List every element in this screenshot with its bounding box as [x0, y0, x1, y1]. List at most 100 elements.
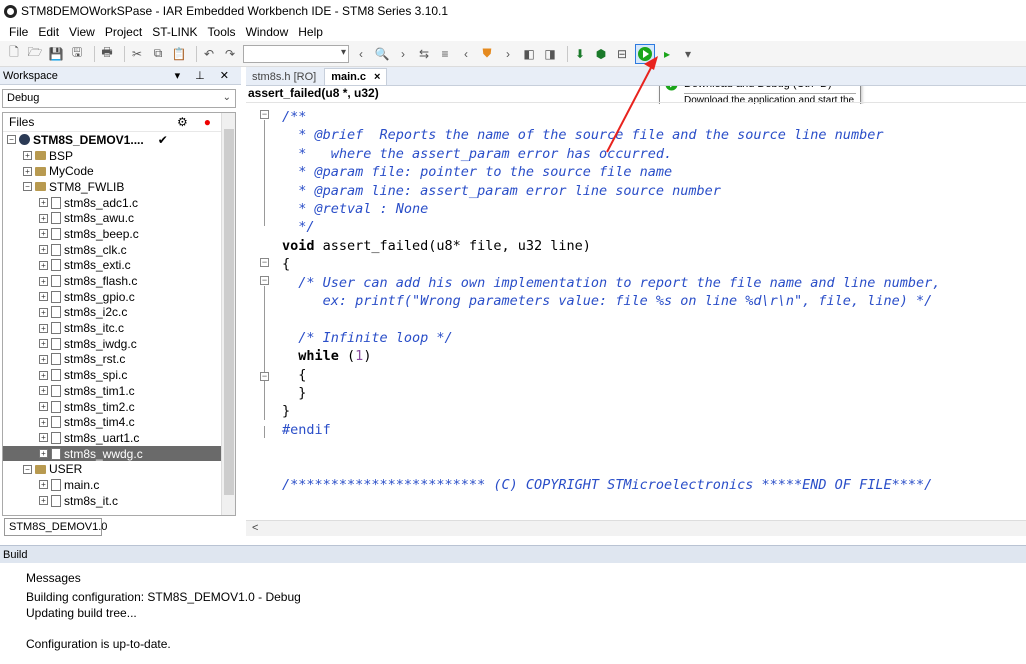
expand-icon[interactable]: +	[39, 480, 48, 490]
tree-item[interactable]: + stm8s_tim1.c	[3, 383, 235, 399]
nav-forward-icon[interactable]: ›	[395, 46, 411, 62]
expand-icon[interactable]: +	[39, 260, 48, 270]
tree-item[interactable]: + stm8s_tim2.c	[3, 399, 235, 415]
expand-icon[interactable]: +	[39, 276, 48, 286]
menu-help[interactable]: Help	[293, 25, 328, 39]
tab-main-c[interactable]: main.c ×	[324, 68, 388, 85]
undo-icon[interactable]: ↶	[201, 46, 217, 62]
tree-item[interactable]: − STM8S_DEMOV1.... ✔	[3, 132, 235, 148]
find-icon[interactable]: 🔍	[374, 46, 390, 62]
paste-icon[interactable]: 📋	[171, 46, 187, 62]
scroll-left-icon[interactable]: <	[252, 522, 258, 534]
shield-icon[interactable]: ⛊	[479, 46, 495, 62]
bookmark-next-icon[interactable]: ≡	[437, 46, 453, 62]
tree-item[interactable]: + stm8s_wwdg.c	[3, 445, 235, 462]
fold-collapse-icon[interactable]: −	[260, 276, 269, 285]
fold-collapse-icon[interactable]: −	[260, 372, 269, 381]
nav-back-icon[interactable]: ‹	[353, 46, 369, 62]
collapse-icon[interactable]: −	[23, 464, 32, 474]
workspace-tab[interactable]: STM8S_DEMOV1.0	[4, 518, 107, 536]
menu-file[interactable]: File	[4, 25, 33, 39]
tree-item[interactable]: + stm8s_awu.c	[3, 210, 235, 226]
debug-without-download-icon[interactable]: ▸	[659, 46, 675, 62]
tree-item[interactable]: + BSP	[3, 148, 235, 164]
close-icon[interactable]: ×	[374, 71, 380, 83]
breakpoint-icon[interactable]: ⊟	[614, 46, 630, 62]
nav-next-icon[interactable]: ›	[500, 46, 516, 62]
tree-item[interactable]: + stm8s_adc1.c	[3, 195, 235, 211]
expand-icon[interactable]: +	[39, 307, 48, 317]
tree-item[interactable]: + stm8s_i2c.c	[3, 305, 235, 321]
expand-icon[interactable]: +	[39, 496, 48, 506]
scrollbar-thumb[interactable]	[224, 129, 234, 495]
expand-icon[interactable]: +	[39, 339, 48, 349]
expand-icon[interactable]: +	[39, 229, 48, 239]
nav-prev-icon[interactable]: ‹	[458, 46, 474, 62]
function-navigation-bar[interactable]: assert_failed(u8 *, u32)	[246, 86, 1026, 103]
save-all-icon[interactable]: 🖫	[69, 45, 85, 62]
tree-item[interactable]: + MyCode	[3, 163, 235, 179]
tree-item[interactable]: + stm8s_flash.c	[3, 273, 235, 289]
fold-collapse-icon[interactable]: −	[260, 258, 269, 267]
menu-window[interactable]: Window	[241, 25, 294, 39]
cut-icon[interactable]: ✂	[129, 46, 145, 62]
menu-edit[interactable]: Edit	[33, 25, 64, 39]
expand-icon[interactable]: +	[39, 198, 48, 208]
configuration-select[interactable]: Debug ⌄	[2, 89, 236, 108]
gear-icon[interactable]: ⚙	[177, 115, 188, 129]
tree-item[interactable]: + stm8s_tim4.c	[3, 414, 235, 430]
save-icon[interactable]: 💾	[48, 46, 64, 62]
collapse-icon[interactable]: −	[23, 182, 32, 192]
tree-item[interactable]: − USER	[3, 461, 235, 477]
tree-item[interactable]: + stm8s_clk.c	[3, 242, 235, 258]
copy-icon[interactable]: ⧉	[150, 46, 166, 62]
print-icon[interactable]: 🖶	[99, 45, 115, 62]
expand-icon[interactable]: +	[39, 245, 48, 255]
expand-icon[interactable]: +	[23, 151, 32, 161]
tab-stm8s-h[interactable]: stm8s.h [RO]	[246, 69, 322, 85]
expand-icon[interactable]: +	[39, 354, 48, 364]
menu-view[interactable]: View	[64, 25, 100, 39]
collapse-icon[interactable]: −	[7, 135, 16, 145]
tree-item[interactable]: + stm8s_spi.c	[3, 367, 235, 383]
expand-icon[interactable]: +	[39, 213, 48, 223]
expand-icon[interactable]: +	[39, 323, 48, 333]
tree-scrollbar[interactable]	[221, 113, 235, 515]
compile-icon[interactable]: ◧	[521, 46, 537, 62]
expand-icon[interactable]: +	[39, 370, 48, 380]
menu-st-link[interactable]: ST-LINK	[147, 25, 202, 39]
redo-icon[interactable]: ↷	[222, 46, 238, 62]
tree-item[interactable]: + stm8s_iwdg.c	[3, 336, 235, 352]
tree-item[interactable]: + stm8s_itc.c	[3, 320, 235, 336]
expand-icon[interactable]: +	[23, 166, 32, 176]
expand-icon[interactable]: +	[39, 449, 48, 459]
panel-controls[interactable]: ▾ ⊥ ✕	[175, 69, 235, 82]
download-icon[interactable]: ⬇	[572, 46, 588, 62]
tree-item[interactable]: + stm8s_rst.c	[3, 352, 235, 368]
new-file-icon[interactable]: 🗋	[6, 45, 22, 62]
tree-item[interactable]: + stm8s_exti.c	[3, 258, 235, 274]
tree-item[interactable]: + stm8s_it.c	[3, 493, 235, 509]
fold-collapse-icon[interactable]: −	[260, 110, 269, 119]
expand-icon[interactable]: +	[39, 417, 48, 427]
stop-build-icon[interactable]: ⬢	[593, 46, 609, 62]
menu-tools[interactable]: Tools	[203, 25, 241, 39]
download-and-debug-button[interactable]	[635, 43, 655, 64]
tree-item[interactable]: + stm8s_gpio.c	[3, 289, 235, 305]
expand-icon[interactable]: +	[39, 386, 48, 396]
menu-project[interactable]: Project	[100, 25, 147, 39]
expand-icon[interactable]: +	[39, 292, 48, 302]
tree-item[interactable]: + stm8s_uart1.c	[3, 430, 235, 446]
expand-icon[interactable]: +	[39, 402, 48, 412]
code-editor[interactable]: − − − − /** * @brief Reports the name of…	[246, 104, 1026, 520]
toolbar-overflow-icon[interactable]: ▾	[680, 46, 696, 62]
tree-item[interactable]: + main.c	[3, 477, 235, 493]
make-icon[interactable]: ◨	[542, 46, 558, 62]
find-combo[interactable]	[243, 44, 349, 63]
expand-icon[interactable]: +	[39, 433, 48, 443]
tree-item[interactable]: + stm8s_beep.c	[3, 226, 235, 242]
tree-item[interactable]: − STM8_FWLIB	[3, 179, 235, 195]
open-file-icon[interactable]: 🗁	[27, 45, 43, 62]
editor-horizontal-scrollbar[interactable]: <	[246, 520, 1026, 536]
goto-icon[interactable]: ⇆	[416, 46, 432, 62]
